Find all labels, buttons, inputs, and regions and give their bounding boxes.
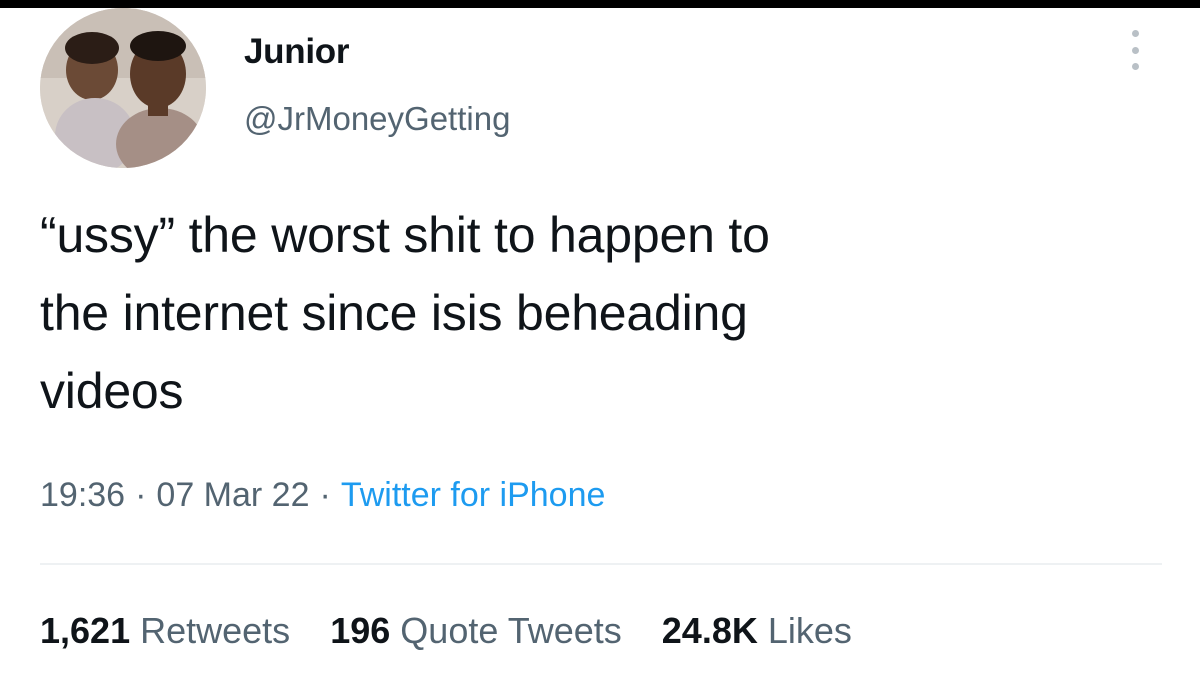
more-dot (1131, 46, 1139, 54)
quote-tweets-count: 196 (330, 610, 391, 651)
likes-count: 24.8K (661, 610, 758, 651)
meta-separator: · (319, 476, 331, 514)
retweets-label: Retweets (140, 610, 291, 651)
quote-tweets-label: Quote Tweets (400, 610, 622, 651)
tweet-stats: 1,621 Retweets 196 Quote Tweets 24.8K Li… (40, 610, 882, 652)
more-options-icon[interactable] (1124, 26, 1146, 74)
more-dot (1131, 30, 1139, 37)
author-handle[interactable]: @JrMoneyGetting (244, 100, 510, 138)
retweets-stat[interactable]: 1,621 Retweets (40, 610, 290, 652)
avatar-photo (40, 8, 206, 168)
author-display-name[interactable]: Junior (244, 32, 349, 72)
meta-separator: · (135, 476, 147, 514)
quote-tweets-stat[interactable]: 196 Quote Tweets (330, 610, 622, 652)
more-dot (1131, 63, 1139, 70)
top-edge-bar (0, 0, 1200, 8)
tweet-text: “ussy” the worst shit to happen to the i… (40, 207, 770, 419)
retweets-count: 1,621 (40, 610, 131, 651)
tweet-time[interactable]: 19:36 (40, 476, 125, 514)
likes-stat[interactable]: 24.8K Likes (662, 610, 852, 652)
tweet-source-link[interactable]: Twitter for iPhone (341, 476, 606, 514)
stats-divider (40, 563, 1162, 565)
tweet-metadata: 19:36 · 07 Mar 22 · Twitter for iPhone (40, 476, 605, 515)
tweet-date[interactable]: 07 Mar 22 (156, 476, 309, 514)
likes-label: Likes (767, 610, 852, 651)
avatar[interactable] (40, 8, 206, 168)
